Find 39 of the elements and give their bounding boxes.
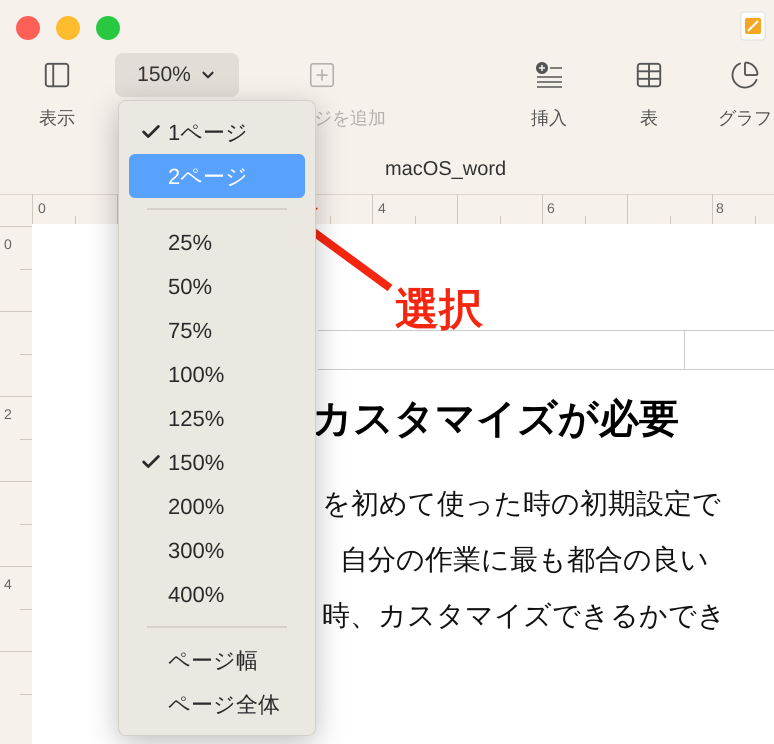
menu-item[interactable]: 1ページ [129,110,305,154]
menu-item[interactable]: 125% [129,396,305,440]
menu-item[interactable]: 400% [129,572,305,616]
ruler-number: 0 [38,199,46,218]
toolbar-label[interactable]: 表示 [39,105,75,132]
annotation-label: 選択 [395,284,483,336]
document-heading: カスタマイズが必要 [312,396,680,443]
close-button[interactable] [16,16,40,40]
menu-item[interactable]: 25% [129,220,305,264]
plus-square-icon [307,60,337,90]
menu-item[interactable]: 300% [129,528,305,572]
menu-item[interactable]: 150% [129,440,305,484]
ruler-number: 4 [378,199,386,218]
menu-item[interactable]: ページ全体 [129,682,305,726]
toolbar-label[interactable]: 挿入 [531,105,567,132]
menu-item[interactable]: 200% [129,484,305,528]
paragraph-text: 時、カスタマイズできるかでき [322,598,727,634]
minimize-button[interactable] [56,16,80,40]
zoom-dropdown[interactable]: 150% [115,53,239,97]
menu-item[interactable]: 75% [129,308,305,352]
pie-chart-icon [730,60,760,90]
document-title: macOS_word [385,157,506,182]
paragraph-text: を初めて使った時の初期設定で [322,486,722,522]
zoom-button[interactable] [96,16,120,40]
ruler-number: 4 [4,575,12,594]
insert-icon [534,60,564,90]
menu-item[interactable]: ページ幅 [129,638,305,682]
ruler-number: 6 [547,199,555,218]
menu-item[interactable]: 50% [129,264,305,308]
toolbar-label[interactable]: 表 [640,105,658,132]
ruler-number: 8 [716,199,724,218]
ruler-number: 2 [4,405,12,424]
paragraph-text: 自分の作業に最も都合の良い [340,542,710,578]
ruler-number: 0 [4,235,12,254]
table-icon [634,60,664,90]
sidebar-icon [42,60,72,90]
menu-item[interactable]: 100% [129,352,305,396]
document-icon [740,11,766,41]
toolbar-label[interactable]: グラフ [718,105,772,132]
